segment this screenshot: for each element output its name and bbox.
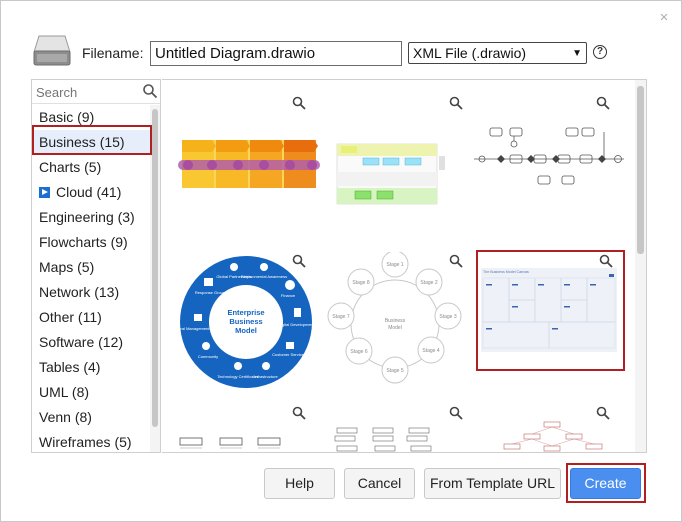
file-type-value: XML File (.drawio) bbox=[413, 45, 527, 61]
template-enterprise-business-model[interactable]: Enterprise Business Model Response Group… bbox=[170, 252, 320, 388]
close-icon[interactable]: × bbox=[656, 10, 672, 26]
center-line-1: Enterprise bbox=[227, 308, 264, 317]
category-item-maps[interactable]: Maps (5) bbox=[32, 255, 150, 280]
category-label: Business (15) bbox=[39, 134, 125, 150]
scrollbar-thumb[interactable] bbox=[152, 109, 158, 427]
stage-label: Stage 7 bbox=[332, 314, 349, 320]
category-item-business[interactable]: Business (15) bbox=[32, 130, 150, 155]
category-label: Wireframes (5) bbox=[39, 434, 132, 450]
create-button[interactable]: Create bbox=[570, 468, 641, 499]
stage-label: Stage 4 bbox=[422, 348, 439, 354]
category-label: Venn (8) bbox=[39, 409, 92, 425]
new-diagram-dialog: × Filename: XML File (.drawio) ▼ ? Basic… bbox=[0, 0, 682, 522]
category-label: Network (13) bbox=[39, 284, 120, 300]
segment-label: Customer Service bbox=[272, 352, 305, 357]
center-line-2: Model bbox=[388, 325, 402, 331]
category-label: Basic (9) bbox=[39, 109, 95, 125]
scrollbar-thumb[interactable] bbox=[637, 86, 644, 254]
zoom-icon[interactable] bbox=[449, 96, 463, 110]
template-thumbnail bbox=[474, 127, 624, 185]
template-thumbnail bbox=[178, 140, 320, 188]
search-input[interactable] bbox=[36, 83, 136, 101]
segment-label: Response Group bbox=[195, 290, 226, 295]
zoom-icon[interactable] bbox=[292, 254, 306, 268]
segment-label: Community bbox=[198, 354, 218, 359]
template-swimlane-process[interactable] bbox=[327, 96, 477, 220]
template-stage-cycle[interactable]: Business Model Stage 1 Stage 2 Stage 3 S… bbox=[327, 250, 477, 388]
category-item-basic[interactable]: Basic (9) bbox=[32, 105, 150, 130]
category-label: Cloud (41) bbox=[56, 184, 122, 200]
template-thumbnail: Enterprise Business Model Response Group… bbox=[172, 256, 315, 388]
stage-label: Stage 8 bbox=[352, 280, 369, 286]
category-item-engineering[interactable]: Engineering (3) bbox=[32, 205, 150, 230]
center-line-2: Business bbox=[229, 317, 262, 326]
zoom-icon[interactable] bbox=[292, 96, 306, 110]
hard-drive-icon bbox=[33, 35, 71, 66]
cancel-button[interactable]: Cancel bbox=[344, 468, 415, 499]
zoom-icon[interactable] bbox=[449, 406, 463, 420]
segment-label: Technology Certificates bbox=[217, 374, 258, 379]
category-item-tables[interactable]: Tables (4) bbox=[32, 355, 150, 380]
segment-label: Digital Development bbox=[278, 322, 315, 327]
template-org-boxes[interactable] bbox=[170, 404, 320, 452]
cloud-play-icon bbox=[39, 186, 50, 198]
template-thumbnail: The Business Model Canvas bbox=[481, 268, 617, 352]
stage-label: Stage 3 bbox=[439, 314, 456, 320]
segment-label: Finance bbox=[281, 293, 296, 298]
category-item-wireframes[interactable]: Wireframes (5) bbox=[32, 430, 150, 452]
category-item-network[interactable]: Network (13) bbox=[32, 280, 150, 305]
stage-label: Stage 5 bbox=[386, 368, 403, 374]
template-value-chain[interactable] bbox=[170, 96, 320, 220]
category-label: Charts (5) bbox=[39, 159, 102, 175]
canvas-title: The Business Model Canvas bbox=[483, 270, 529, 274]
template-network-map[interactable] bbox=[474, 404, 624, 452]
template-event-lanes[interactable] bbox=[327, 404, 477, 452]
filename-label: Filename: bbox=[82, 45, 144, 61]
category-item-charts[interactable]: Charts (5) bbox=[32, 155, 150, 180]
category-label: UML (8) bbox=[39, 384, 90, 400]
stage-label: Stage 1 bbox=[386, 262, 403, 268]
from-template-url-button[interactable]: From Template URL bbox=[424, 468, 561, 499]
template-thumbnail: Business Model Stage 1 Stage 2 Stage 3 S… bbox=[327, 250, 462, 384]
category-label: Flowcharts (9) bbox=[39, 234, 128, 250]
center-line-1: Business bbox=[385, 318, 406, 324]
category-item-flowcharts[interactable]: Flowcharts (9) bbox=[32, 230, 150, 255]
zoom-icon[interactable] bbox=[599, 254, 613, 268]
help-icon[interactable]: ? bbox=[593, 45, 607, 59]
category-label: Maps (5) bbox=[39, 259, 95, 275]
stage-label: Stage 6 bbox=[350, 349, 367, 355]
category-label: Software (12) bbox=[39, 334, 124, 350]
template-bpmn-flow[interactable] bbox=[474, 96, 624, 220]
file-type-select[interactable]: XML File (.drawio) ▼ bbox=[408, 42, 587, 64]
zoom-icon[interactable] bbox=[449, 254, 463, 268]
category-item-uml[interactable]: UML (8) bbox=[32, 380, 150, 405]
category-label: Tables (4) bbox=[39, 359, 101, 375]
category-label: Other (11) bbox=[39, 309, 102, 325]
zoom-icon[interactable] bbox=[596, 96, 610, 110]
help-button[interactable]: Help bbox=[264, 468, 335, 499]
category-item-venn[interactable]: Venn (8) bbox=[32, 405, 150, 430]
zoom-icon[interactable] bbox=[292, 406, 306, 420]
template-business-model-canvas[interactable]: The Business Model Canvas bbox=[477, 252, 627, 372]
segment-label: Central Management Service bbox=[172, 326, 225, 331]
category-item-software[interactable]: Software (12) bbox=[32, 330, 150, 355]
center-line-3: Model bbox=[235, 326, 257, 335]
category-search bbox=[32, 80, 160, 104]
filename-input[interactable] bbox=[150, 41, 402, 66]
category-item-cloud[interactable]: Cloud (41) bbox=[32, 180, 150, 205]
category-scrollbar[interactable] bbox=[150, 105, 160, 452]
chevron-down-icon: ▼ bbox=[572, 47, 582, 59]
search-icon[interactable] bbox=[142, 83, 158, 99]
category-item-other[interactable]: Other (11) bbox=[32, 305, 150, 330]
category-label: Engineering (3) bbox=[39, 209, 135, 225]
template-grid: Enterprise Business Model Response Group… bbox=[162, 79, 647, 453]
segment-label: Environmental Awareness bbox=[241, 274, 287, 279]
template-thumbnail bbox=[336, 143, 445, 205]
category-list: Basic (9) Business (15) Charts (5) Cloud… bbox=[32, 105, 150, 452]
category-panel: Basic (9) Business (15) Charts (5) Cloud… bbox=[31, 79, 161, 453]
stage-label: Stage 2 bbox=[420, 280, 437, 286]
template-scrollbar[interactable] bbox=[635, 80, 646, 452]
zoom-icon[interactable] bbox=[596, 406, 610, 420]
